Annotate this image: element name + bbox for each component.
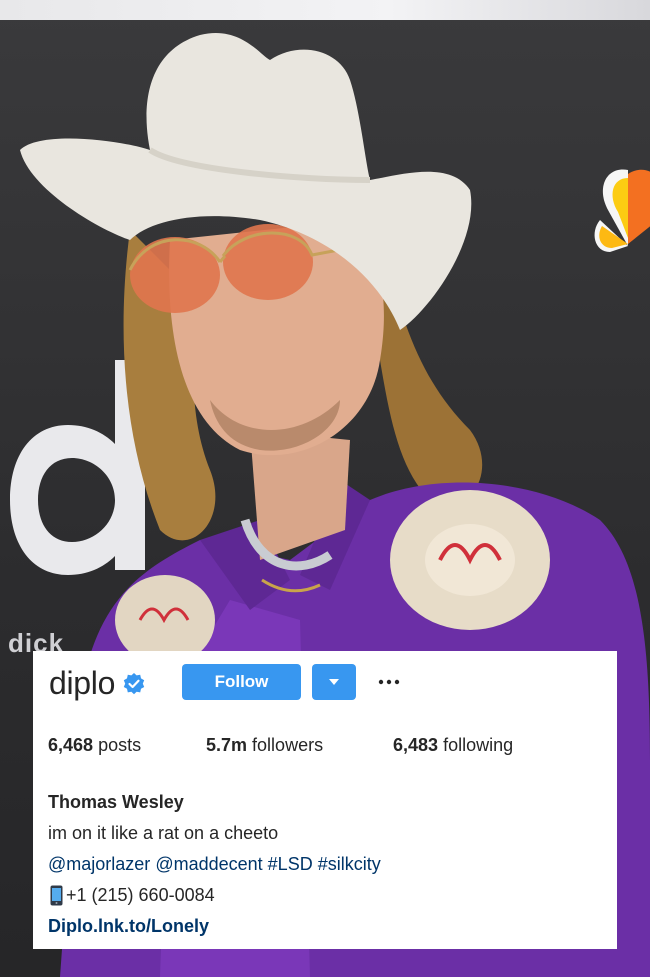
full-name: Thomas Wesley: [48, 792, 184, 812]
followers-number: 5.7m: [206, 735, 248, 755]
profile-card: diplo Follow 6,468 posts 5.7m followers …: [33, 651, 617, 949]
ellipsis-icon: [378, 679, 400, 685]
following-label: following: [443, 735, 514, 755]
mobile-phone-icon: [50, 885, 63, 906]
verified-badge-icon: [123, 673, 145, 695]
follow-button[interactable]: Follow: [182, 664, 301, 700]
more-options-button[interactable]: [373, 664, 405, 700]
bio-tags: @majorlazer @maddecent #LSD #silkcity: [48, 849, 608, 880]
followers-count[interactable]: 5.7m followers: [206, 735, 323, 756]
profile-header: diplo: [49, 663, 145, 703]
following-count[interactable]: 6,483 following: [393, 735, 513, 756]
bio-text: im on it like a rat on a cheeto: [48, 823, 279, 843]
posts-label: posts: [98, 735, 142, 755]
bio-tag[interactable]: @majorlazer: [48, 854, 150, 874]
bio-tag[interactable]: #LSD: [268, 854, 313, 874]
bio-phone: +1 (215) 660-0084: [48, 880, 608, 911]
bio-link[interactable]: Diplo.lnk.to/Lonely: [48, 916, 209, 936]
bio-link-line: Diplo.lnk.to/Lonely: [48, 911, 608, 942]
bio-tag[interactable]: #silkcity: [318, 854, 381, 874]
username[interactable]: diplo: [49, 663, 115, 703]
posts-count: 6,468 posts: [48, 735, 141, 756]
posts-number: 6,468: [48, 735, 94, 755]
phone-number: +1 (215) 660-0084: [66, 885, 215, 905]
following-number: 6,483: [393, 735, 439, 755]
suggestions-dropdown-button[interactable]: [312, 664, 356, 700]
followers-label: followers: [252, 735, 324, 755]
profile-bio: Thomas Wesley im on it like a rat on a c…: [48, 787, 608, 942]
bio-tag[interactable]: @maddecent: [155, 854, 262, 874]
caret-down-icon: [329, 679, 339, 685]
